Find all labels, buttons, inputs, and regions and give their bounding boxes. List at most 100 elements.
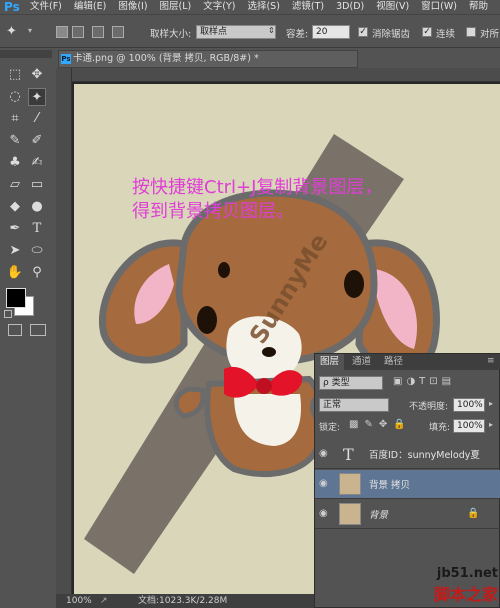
text-layer-icon: T <box>343 445 354 464</box>
ellipse-tool-icon[interactable]: ⬭ <box>28 242 46 260</box>
new-selection-button[interactable] <box>56 26 68 38</box>
layer-row-background-copy[interactable]: ◉ 背景 拷贝 <box>315 470 500 499</box>
crop-tool-icon[interactable]: ⌗ <box>6 110 24 128</box>
default-colors-icon[interactable] <box>4 310 12 318</box>
lock-icon: 🔒 <box>467 508 480 519</box>
dodge-tool-icon[interactable]: ● <box>28 198 46 216</box>
layer-filter-select[interactable]: ρ 类型 <box>319 376 383 390</box>
layer-thumbnail <box>339 503 361 525</box>
toolbar-header <box>0 50 52 58</box>
lock-icons[interactable]: ▩✎✥🔒 <box>349 419 412 430</box>
site-watermark-name: 脚本之家 <box>433 585 498 604</box>
lasso-tool-icon[interactable]: ◌ <box>6 88 24 106</box>
menu-edit[interactable]: 编辑(E) <box>70 0 114 14</box>
menu-image[interactable]: 图像(I) <box>114 0 155 14</box>
tolerance-label: 容差: <box>286 29 309 40</box>
tool-preset-dropdown-icon[interactable]: ▾ <box>28 26 32 35</box>
contiguous-label: 连续 <box>436 29 456 40</box>
site-watermark: jb51.net 脚本之家 <box>398 566 498 605</box>
eyedropper-tool-icon[interactable]: ⁄ <box>28 110 46 128</box>
visibility-eye-icon[interactable]: ◉ <box>319 478 333 490</box>
intersect-selection-button[interactable] <box>112 26 124 38</box>
anti-alias-label: 消除锯齿 <box>372 29 411 40</box>
filter-icons[interactable]: ▣◑T⊡▤ <box>393 376 493 390</box>
zoom-level[interactable]: 100% <box>66 594 92 608</box>
panel-menu-icon[interactable]: ≡ <box>487 356 495 366</box>
menu-type[interactable]: 文字(Y) <box>199 0 243 14</box>
export-icon[interactable]: ↗ <box>100 594 108 608</box>
instruction-line-2: 得到背景拷贝图层。 <box>132 201 294 222</box>
menu-select[interactable]: 选择(S) <box>243 0 287 14</box>
layer-thumbnail <box>339 473 361 495</box>
fill-label: 填充: <box>429 423 451 433</box>
tab-paths[interactable]: 路径 <box>379 354 408 370</box>
sample-size-select[interactable]: 取样点 <box>196 25 276 39</box>
document-title: 卡通.png @ 100% (背景 拷贝, RGB/8#) * <box>73 53 259 64</box>
tools-panel: ⬚ ✥ ◌ ✦ ⌗ ⁄ ✎ ✐ ♣ ✍ ▱ ▭ ◆ ● ✒ T ➤ ⬭ ✋ ⚲ <box>0 60 52 340</box>
visibility-eye-icon[interactable]: ◉ <box>319 448 333 460</box>
menu-help[interactable]: 帮助 <box>465 0 496 14</box>
tab-layers[interactable]: 图层 <box>315 354 345 370</box>
horizontal-ruler <box>56 68 500 82</box>
chevron-down-icon: ⇕ <box>268 26 275 35</box>
instruction-text: 按快捷键Ctrl+J复制背景图层， 得到背景拷贝图层。 <box>132 176 472 224</box>
lock-label: 锁定: <box>319 423 341 433</box>
layer-filter-value: 类型 <box>331 378 350 388</box>
quick-mask-icon[interactable] <box>8 324 22 336</box>
hand-tool-icon[interactable]: ✋ <box>6 264 24 282</box>
magic-wand-tool-icon[interactable]: ✦ <box>28 88 46 106</box>
clone-stamp-icon[interactable]: ♣ <box>6 154 24 172</box>
all-layers-checkbox[interactable]: ✓ <box>466 27 476 37</box>
options-bar: ✦ ▾ 取样大小: 取样点 ⇕ 容差: 20 ✓ 消除锯齿 ✓ 连续 ✓ 对所 <box>0 14 500 48</box>
photoshop-logo: Ps <box>4 0 20 14</box>
history-brush-icon[interactable]: ✍ <box>28 154 46 172</box>
instruction-line-1: 按快捷键Ctrl+J复制背景图层， <box>132 177 383 198</box>
fill-dropdown-icon[interactable]: ▸ <box>489 420 493 429</box>
opacity-dropdown-icon[interactable]: ▸ <box>489 399 493 408</box>
foreground-color-swatch[interactable] <box>6 288 26 308</box>
type-tool-icon[interactable]: T <box>28 220 46 238</box>
subtract-selection-button[interactable] <box>92 26 104 38</box>
layer-row-background[interactable]: ◉ 背景 🔒 <box>315 500 500 529</box>
site-watermark-url: jb51.net <box>436 566 498 581</box>
gradient-tool-icon[interactable]: ▭ <box>28 176 46 194</box>
brush-tool-icon[interactable]: ✐ <box>28 132 46 150</box>
opacity-label: 不透明度: <box>409 402 449 412</box>
menu-3d[interactable]: 3D(D) <box>332 0 372 14</box>
menu-view[interactable]: 视图(V) <box>372 0 417 14</box>
add-selection-button[interactable] <box>72 26 84 38</box>
layer-name: 背景 <box>369 510 389 521</box>
contiguous-checkbox[interactable]: ✓ <box>422 27 432 37</box>
tolerance-input[interactable]: 20 <box>312 25 350 39</box>
blur-tool-icon[interactable]: ◆ <box>6 198 24 216</box>
document-tab[interactable]: Ps 卡通.png @ 100% (背景 拷贝, RGB/8#) * <box>58 50 358 68</box>
all-layers-label: 对所 <box>480 29 500 40</box>
eraser-tool-icon[interactable]: ▱ <box>6 176 24 194</box>
opacity-input[interactable]: 100% <box>453 398 485 412</box>
document-size: 文档:1023.3K/2.28M <box>138 596 228 606</box>
sample-size-label: 取样大小: <box>150 29 192 40</box>
zoom-tool-icon[interactable]: ⚲ <box>28 264 46 282</box>
menu-bar: Ps 文件(F) 编辑(E) 图像(I) 图层(L) 文字(Y) 选择(S) 滤… <box>0 0 500 14</box>
menu-layer[interactable]: 图层(L) <box>156 0 200 14</box>
pen-tool-icon[interactable]: ✒ <box>6 220 24 238</box>
healing-brush-icon[interactable]: ✎ <box>6 132 24 150</box>
layer-name: 背景 拷贝 <box>369 480 411 491</box>
blend-mode-select[interactable]: 正常 <box>319 398 389 412</box>
menu-file[interactable]: 文件(F) <box>26 0 70 14</box>
tab-channels[interactable]: 通道 <box>347 354 376 370</box>
anti-alias-checkbox[interactable]: ✓ <box>358 27 368 37</box>
path-selection-icon[interactable]: ➤ <box>6 242 24 260</box>
fill-input[interactable]: 100% <box>453 419 485 433</box>
menu-filter[interactable]: 滤镜(T) <box>288 0 332 14</box>
screen-mode-icon[interactable] <box>30 324 46 336</box>
visibility-eye-icon[interactable]: ◉ <box>319 508 333 520</box>
ps-file-icon: Ps <box>61 54 71 64</box>
layer-row-text[interactable]: ◉ T 百度ID：sunnyMelody夏 <box>315 440 500 469</box>
move-tool-icon[interactable]: ✥ <box>28 66 46 84</box>
menu-window[interactable]: 窗口(W) <box>417 0 465 14</box>
magic-wand-icon[interactable]: ✦ <box>6 24 24 40</box>
vertical-ruler <box>56 68 72 596</box>
marquee-tool-icon[interactable]: ⬚ <box>6 66 24 84</box>
layer-name: 百度ID：sunnyMelody夏 <box>369 450 480 461</box>
